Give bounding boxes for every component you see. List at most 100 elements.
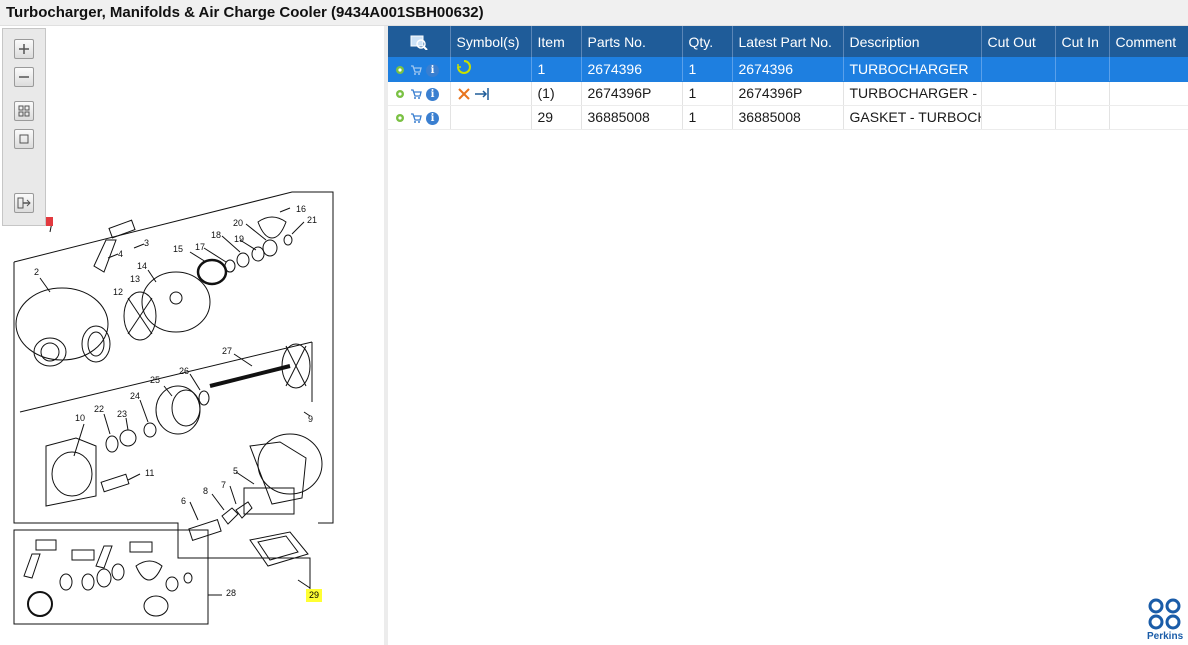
column-header-description[interactable]: Description xyxy=(843,26,982,57)
table-header-row: Symbol(s) Item Parts No. Qty. Latest Par… xyxy=(388,26,1188,57)
fit-all-icon xyxy=(18,105,30,117)
row-actions: i xyxy=(388,57,451,82)
row-symbols xyxy=(450,105,532,130)
row-parts-no: 2674396 xyxy=(581,57,683,82)
row-comment xyxy=(1109,105,1188,130)
column-header-cut-in[interactable]: Cut In xyxy=(1055,26,1110,57)
exploded-diagram-panel[interactable]: 2 3 4 5 6 7 8 9 10 11 12 13 14 15 16 17 … xyxy=(0,26,384,645)
svg-text:27: 27 xyxy=(222,346,232,356)
column-header-parts-no[interactable]: Parts No. xyxy=(581,26,683,57)
table-row[interactable]: i 29 36885008 1 36885008 GASKET - TURBOC… xyxy=(388,105,1188,130)
info-icon[interactable]: i xyxy=(426,63,439,77)
row-latest-part-no: 2674396P xyxy=(732,81,844,106)
svg-text:4: 4 xyxy=(118,249,123,259)
zoom-in-icon xyxy=(19,44,29,54)
svg-text:3: 3 xyxy=(144,238,149,248)
svg-text:5: 5 xyxy=(233,466,238,476)
svg-text:15: 15 xyxy=(173,244,183,254)
svg-text:25: 25 xyxy=(150,375,160,385)
svg-text:12: 12 xyxy=(113,287,123,297)
parts-table: Symbol(s) Item Parts No. Qty. Latest Par… xyxy=(388,26,1188,130)
svg-text:22: 22 xyxy=(94,404,104,414)
window-title: Turbocharger, Manifolds & Air Charge Coo… xyxy=(6,4,484,21)
parts-list-grid: Symbol(s) Item Parts No. Qty. Latest Par… xyxy=(388,26,1188,645)
row-parts-no: 36885008 xyxy=(581,105,683,130)
svg-text:20: 20 xyxy=(233,218,243,228)
column-header-comment[interactable]: Comment xyxy=(1109,26,1188,57)
zoom-toolbar xyxy=(2,28,46,226)
column-header-qty[interactable]: Qty. xyxy=(682,26,733,57)
column-header-latest-part-no[interactable]: Latest Part No. xyxy=(732,26,844,57)
perkins-logo: Perkins xyxy=(1146,597,1186,643)
zoom-in-button[interactable] xyxy=(14,39,34,59)
svg-text:8: 8 xyxy=(203,486,208,496)
row-latest-part-no: 36885008 xyxy=(732,105,844,130)
column-header-item[interactable]: Item xyxy=(531,26,582,57)
gear-icon[interactable] xyxy=(394,64,406,76)
column-header-view[interactable] xyxy=(388,26,451,57)
info-icon[interactable]: i xyxy=(426,87,439,101)
row-symbols xyxy=(450,57,532,82)
svg-text:18: 18 xyxy=(211,230,221,240)
row-qty: 1 xyxy=(682,105,733,130)
svg-text:9: 9 xyxy=(308,414,313,424)
row-description: GASKET - TURBOCH xyxy=(843,105,982,130)
row-cut-in xyxy=(1055,57,1110,82)
zoom-out-icon xyxy=(19,76,29,78)
svg-text:13: 13 xyxy=(130,274,140,284)
cart-icon[interactable] xyxy=(410,88,422,100)
row-latest-part-no: 2674396 xyxy=(732,57,844,82)
fit-page-button[interactable] xyxy=(14,129,34,149)
svg-text:21: 21 xyxy=(307,215,317,225)
svg-text:17: 17 xyxy=(195,242,205,252)
cart-icon[interactable] xyxy=(410,64,422,76)
perkins-logo-mark xyxy=(1148,598,1181,630)
exploded-diagram[interactable]: 2 3 4 5 6 7 8 9 10 11 12 13 14 15 16 17 … xyxy=(0,26,384,645)
svg-text:6: 6 xyxy=(181,496,186,506)
supersede-icon xyxy=(475,88,490,101)
cart-icon[interactable] xyxy=(410,112,422,124)
recycle-icon xyxy=(456,60,471,75)
row-actions: i xyxy=(388,81,451,106)
gear-icon[interactable] xyxy=(394,88,406,100)
gear-icon[interactable] xyxy=(394,112,406,124)
table-row[interactable]: i 1 2674396 1 2674396 TURBOCHARGER xyxy=(388,57,1188,82)
svg-text:16: 16 xyxy=(296,204,306,214)
svg-text:7: 7 xyxy=(221,480,226,490)
svg-text:10: 10 xyxy=(75,413,85,423)
cross-icon xyxy=(457,88,470,100)
svg-text:14: 14 xyxy=(137,261,147,271)
svg-text:24: 24 xyxy=(130,391,140,401)
row-qty: 1 xyxy=(682,81,733,106)
svg-text:2: 2 xyxy=(34,267,39,277)
row-cut-in xyxy=(1055,81,1110,106)
row-description: TURBOCHARGER - E xyxy=(843,81,982,106)
row-item: 29 xyxy=(531,105,582,130)
svg-text:11: 11 xyxy=(145,468,154,478)
row-item: 1 xyxy=(531,57,582,82)
svg-text:28: 28 xyxy=(226,588,236,598)
row-cut-out xyxy=(981,105,1056,130)
svg-text:26: 26 xyxy=(179,366,189,376)
row-cut-out xyxy=(981,57,1056,82)
title-bar: Turbocharger, Manifolds & Air Charge Coo… xyxy=(0,0,1188,26)
fit-all-button[interactable] xyxy=(14,101,34,121)
export-button[interactable] xyxy=(14,193,34,213)
row-description: TURBOCHARGER xyxy=(843,57,982,82)
row-symbols xyxy=(450,81,532,106)
callout-29-highlight[interactable]: 29 xyxy=(306,589,322,602)
svg-text:23: 23 xyxy=(117,409,127,419)
row-cut-out xyxy=(981,81,1056,106)
zoom-out-button[interactable] xyxy=(14,67,34,87)
row-comment xyxy=(1109,81,1188,106)
row-actions: i xyxy=(388,105,451,130)
info-icon[interactable]: i xyxy=(426,111,439,125)
column-header-symbols[interactable]: Symbol(s) xyxy=(450,26,532,57)
row-comment xyxy=(1109,57,1188,82)
table-row[interactable]: i (1) 2674396P 1 2674396P TURBOCHARGER -… xyxy=(388,81,1188,106)
search-image-icon xyxy=(410,35,428,51)
column-header-cut-out[interactable]: Cut Out xyxy=(981,26,1056,57)
svg-text:19: 19 xyxy=(234,234,244,244)
row-item: (1) xyxy=(531,81,582,106)
row-parts-no: 2674396P xyxy=(581,81,683,106)
